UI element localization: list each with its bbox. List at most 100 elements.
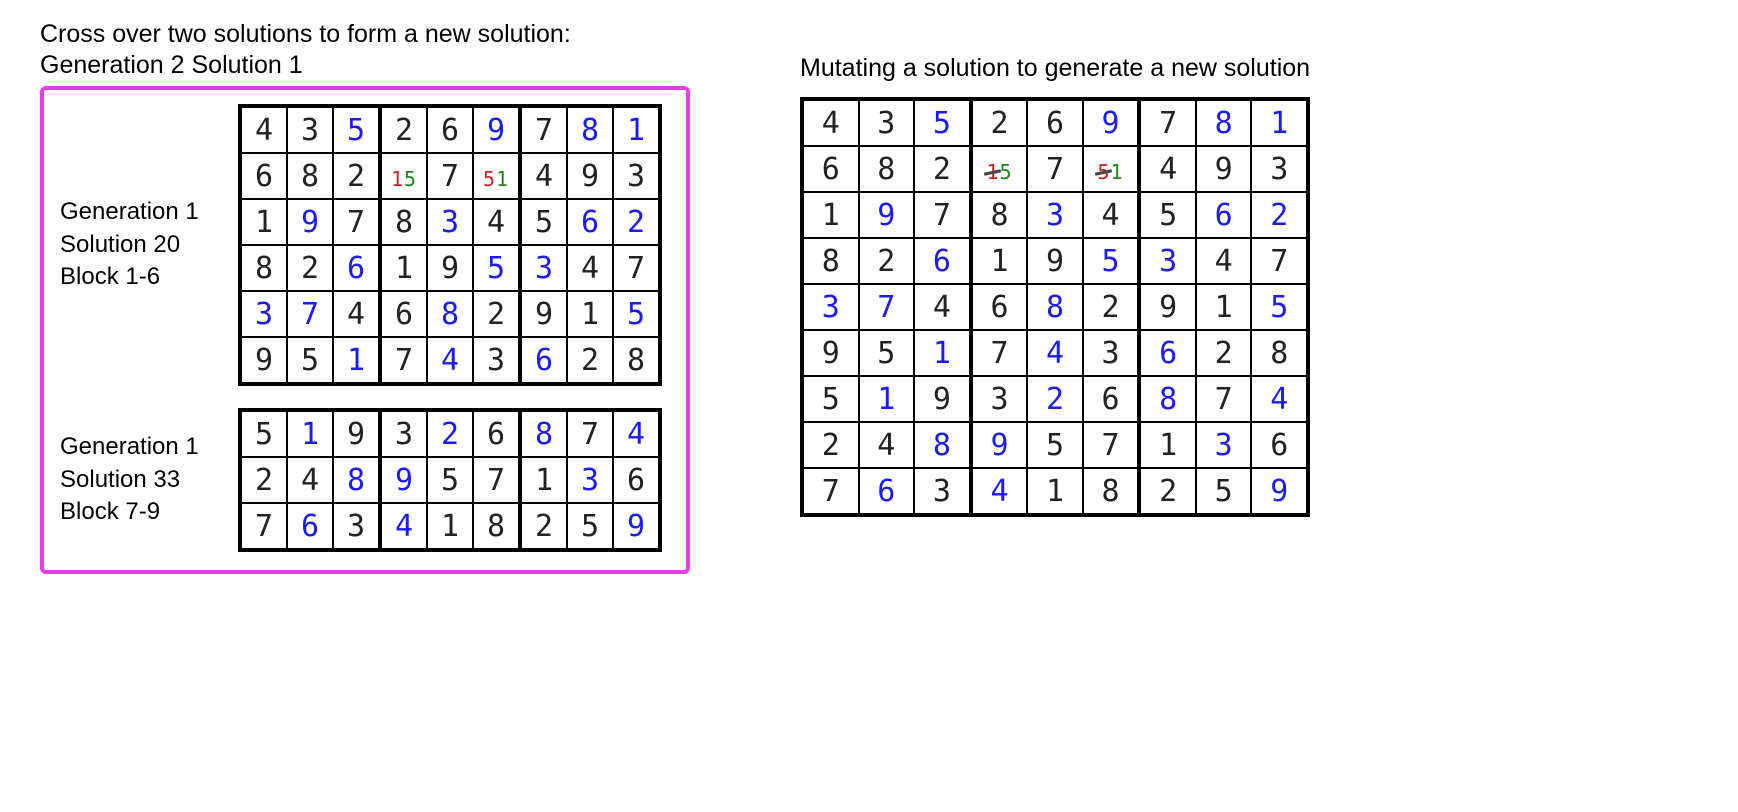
sudoku-cell: 2 (333, 153, 380, 199)
sudoku-cell: 8 (613, 337, 660, 384)
sudoku-cell: 6 (240, 153, 287, 199)
sudoku-cell: 1 (333, 337, 380, 384)
sudoku-cell: 6 (971, 284, 1028, 330)
sudoku-cell: 5 (1196, 468, 1251, 515)
sudoku-row: 951743628 (240, 337, 660, 384)
sudoku-cell: 9 (613, 503, 660, 550)
sudoku-cell: 5 (1027, 422, 1082, 468)
sudoku-cell: 2 (971, 99, 1028, 146)
sudoku-cell: 3 (473, 337, 520, 384)
sudoku-cell: 5 (427, 457, 473, 503)
sudoku-cell: 2 (287, 245, 333, 291)
sudoku-cell: 1 (427, 503, 473, 550)
sudoku-cell: 7 (1139, 99, 1196, 146)
sudoku-cell: 4 (613, 410, 660, 457)
sudoku-cell: 2 (802, 422, 859, 468)
sudoku-cell: 3 (613, 153, 660, 199)
sudoku-cell: 4 (859, 422, 914, 468)
sudoku-cell: 1 (1139, 422, 1196, 468)
sudoku-cell: 8 (914, 422, 971, 468)
sudoku-cell: 6 (613, 457, 660, 503)
sudoku-cell: 8 (473, 503, 520, 550)
sudoku-cell: 6 (1251, 422, 1308, 468)
sudoku-cell: 6 (914, 238, 971, 284)
sudoku-cell: 7 (1251, 238, 1308, 284)
sudoku-cell: 6 (287, 503, 333, 550)
sudoku-cell: 7 (333, 199, 380, 245)
part-a-label: Generation 1 Solution 20 Block 1-6 (60, 196, 220, 293)
sudoku-cell: 3 (1027, 192, 1082, 238)
sudoku-cell: 6 (567, 199, 613, 245)
sudoku-cell: 2 (1196, 330, 1251, 376)
sudoku-grid-mutation: 4352697816821575149319783456282619534737… (800, 97, 1310, 517)
sudoku-cell: 7 (859, 284, 914, 330)
sudoku-cell: 7 (1196, 376, 1251, 422)
sudoku-cell: 6 (859, 468, 914, 515)
sudoku-row: 248957136 (240, 457, 660, 503)
sudoku-cell: 4 (1196, 238, 1251, 284)
sudoku-cell: 2 (380, 106, 427, 153)
sudoku-cell: 7 (1027, 146, 1082, 192)
sudoku-row: 763418259 (802, 468, 1308, 515)
sudoku-cell: 3 (1251, 146, 1308, 192)
sudoku-cell: 2 (1027, 376, 1082, 422)
sudoku-cell: 15 (380, 153, 427, 199)
sudoku-cell: 9 (1196, 146, 1251, 192)
sudoku-cell: 2 (1251, 192, 1308, 238)
sudoku-cell: 4 (1139, 146, 1196, 192)
sudoku-cell: 4 (1027, 330, 1082, 376)
sudoku-cell: 6 (427, 106, 473, 153)
sudoku-cell: 9 (1083, 99, 1140, 146)
sudoku-cell: 9 (520, 291, 567, 337)
sudoku-cell: 2 (427, 410, 473, 457)
crossover-section: Cross over two solutions to form a new s… (40, 20, 690, 574)
sudoku-row: 435269781 (240, 106, 660, 153)
sudoku-row: 197834562 (240, 199, 660, 245)
crossover-part-b: Generation 1 Solution 33 Block 7-9 51932… (60, 408, 662, 552)
sudoku-cell: 4 (473, 199, 520, 245)
sudoku-cell: 3 (287, 106, 333, 153)
sudoku-cell: 7 (567, 410, 613, 457)
sudoku-grid-part-b: 519326874248957136763418259 (238, 408, 662, 552)
sudoku-cell: 5 (802, 376, 859, 422)
sudoku-row: 374682915 (240, 291, 660, 337)
sudoku-cell: 2 (613, 199, 660, 245)
sudoku-row: 248957136 (802, 422, 1308, 468)
sudoku-cell: 8 (1083, 468, 1140, 515)
sudoku-cell: 5 (914, 99, 971, 146)
part-b-label-3: Block 7-9 (60, 496, 220, 528)
sudoku-cell: 9 (1027, 238, 1082, 284)
sudoku-cell: 2 (1139, 468, 1196, 515)
sudoku-row: 197834562 (802, 192, 1308, 238)
sudoku-cell: 1 (240, 199, 287, 245)
sudoku-cell: 7 (802, 468, 859, 515)
sudoku-cell: 6 (802, 146, 859, 192)
sudoku-cell: 4 (240, 106, 287, 153)
sudoku-cell: 3 (802, 284, 859, 330)
sudoku-cell: 8 (1027, 284, 1082, 330)
part-a-label-3: Block 1-6 (60, 261, 220, 293)
sudoku-cell: 9 (427, 245, 473, 291)
sudoku-cell: 1 (971, 238, 1028, 284)
sudoku-cell: 6 (1027, 99, 1082, 146)
sudoku-cell: 1 (613, 106, 660, 153)
sudoku-cell: 8 (1251, 330, 1308, 376)
crossover-caption-2: Generation 2 Solution 1 (40, 51, 690, 80)
sudoku-cell: 7 (287, 291, 333, 337)
crossover-highlight-box: Generation 1 Solution 20 Block 1-6 43526… (40, 86, 690, 574)
sudoku-cell: 3 (567, 457, 613, 503)
sudoku-cell: 9 (1251, 468, 1308, 515)
sudoku-cell: 7 (427, 153, 473, 199)
sudoku-cell: 6 (520, 337, 567, 384)
sudoku-cell: 1 (380, 245, 427, 291)
part-a-label-1: Generation 1 (60, 196, 220, 228)
mutation-caption: Mutating a solution to generate a new so… (800, 54, 1310, 83)
page: Cross over two solutions to form a new s… (40, 20, 1698, 574)
crossover-part-a: Generation 1 Solution 20 Block 1-6 43526… (60, 104, 662, 386)
sudoku-row: 374682915 (802, 284, 1308, 330)
sudoku-cell: 4 (427, 337, 473, 384)
sudoku-cell: 5 (1139, 192, 1196, 238)
sudoku-cell: 3 (859, 99, 914, 146)
part-b-label-2: Solution 33 (60, 464, 220, 496)
sudoku-cell: 8 (287, 153, 333, 199)
